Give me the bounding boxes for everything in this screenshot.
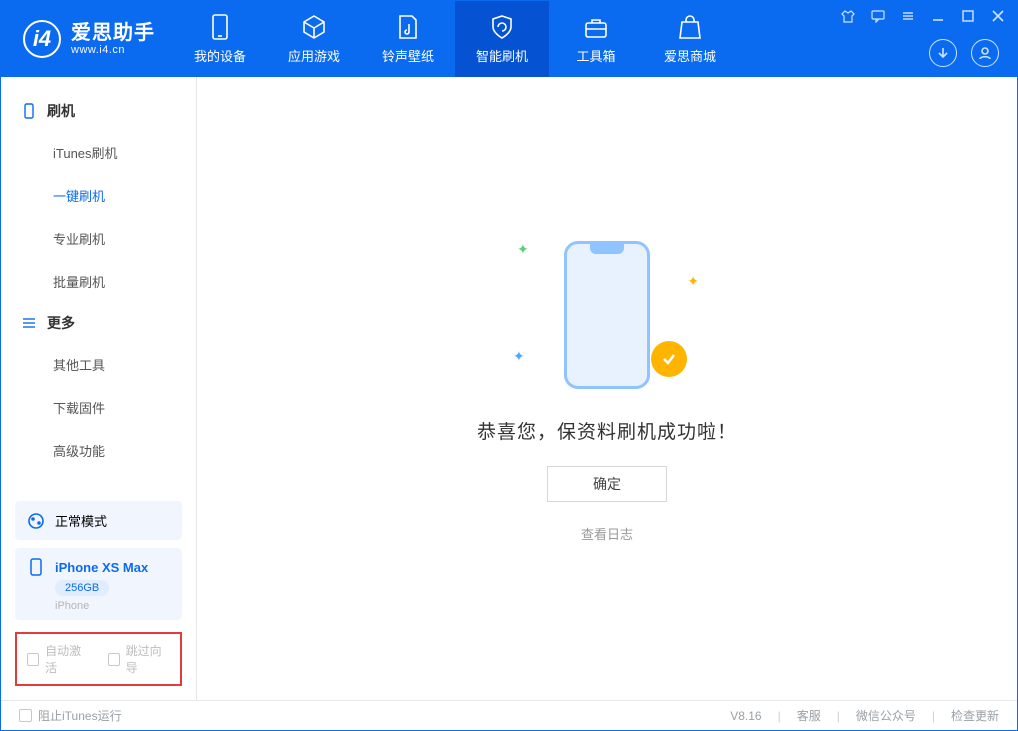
mode-icon [27, 512, 45, 530]
nav-tab-store[interactable]: 爱思商城 [643, 1, 737, 77]
phone-illustration [564, 241, 650, 389]
status-bar: 阻止iTunes运行 V8.16 | 客服 | 微信公众号 | 检查更新 [1, 700, 1017, 730]
device-phone-icon [27, 558, 45, 576]
sidebar-item-other-tools[interactable]: 其他工具 [1, 343, 196, 386]
device-panel: 正常模式 iPhone XS Max 256GB iPhone [1, 501, 196, 632]
nav-tab-ringtone[interactable]: 铃声壁纸 [361, 1, 455, 77]
nav-tab-label: 我的设备 [194, 46, 246, 65]
sidebar-group-flash: 刷机 [1, 91, 196, 131]
feedback-icon[interactable] [869, 7, 887, 25]
nav-tab-apps[interactable]: 应用游戏 [267, 1, 361, 77]
block-itunes-checkbox[interactable]: 阻止iTunes运行 [19, 707, 122, 724]
version-label: V8.16 [730, 709, 761, 723]
title-bar: i4 爱思助手 www.i4.cn 我的设备 应用游戏 铃声壁纸 智能刷机 工具… [1, 1, 1017, 77]
bag-icon [678, 14, 702, 40]
sidebar-item-download-firmware[interactable]: 下载固件 [1, 386, 196, 429]
wechat-link[interactable]: 微信公众号 [856, 707, 916, 724]
user-icon[interactable] [971, 39, 999, 67]
sidebar-item-batch-flash[interactable]: 批量刷机 [1, 260, 196, 303]
nav-tab-toolbox[interactable]: 工具箱 [549, 1, 643, 77]
device-icon [21, 103, 37, 119]
toolbox-icon [583, 14, 609, 40]
sparkle-icon: ✦ [513, 348, 525, 365]
sidebar: 刷机 iTunes刷机 一键刷机 专业刷机 批量刷机 更多 其他工具 下载固件 … [1, 77, 197, 700]
skip-guide-checkbox[interactable]: 跳过向导 [108, 642, 171, 676]
device-name: iPhone XS Max [55, 560, 148, 575]
app-name-cn: 爱思助手 [71, 22, 155, 44]
cube-icon [301, 14, 327, 40]
success-message: 恭喜您，保资料刷机成功啦！ [477, 417, 737, 444]
device-subtype: iPhone [55, 600, 89, 612]
device-storage-badge: 256GB [55, 580, 109, 596]
menu-icon[interactable] [899, 7, 917, 25]
mode-card[interactable]: 正常模式 [15, 501, 182, 540]
success-illustration: ✦ ✦ ✦ [537, 235, 677, 395]
nav-tab-device[interactable]: 我的设备 [173, 1, 267, 77]
main-content: ✦ ✦ ✦ 恭喜您，保资料刷机成功啦！ 确定 查看日志 [197, 77, 1017, 700]
sidebar-group-more: 更多 [1, 303, 196, 343]
window-controls [839, 7, 1007, 25]
close-button[interactable] [989, 7, 1007, 25]
app-name-en: www.i4.cn [71, 44, 155, 56]
maximize-button[interactable] [959, 7, 977, 25]
download-icon[interactable] [929, 39, 957, 67]
list-icon [21, 315, 37, 331]
logo-icon: i4 [23, 20, 61, 58]
sidebar-item-pro-flash[interactable]: 专业刷机 [1, 217, 196, 260]
minimize-button[interactable] [929, 7, 947, 25]
auto-activate-checkbox[interactable]: 自动激活 [27, 642, 90, 676]
sidebar-group-title: 更多 [47, 313, 75, 333]
nav-tab-flash[interactable]: 智能刷机 [455, 1, 549, 77]
sidebar-group-title: 刷机 [47, 101, 75, 121]
view-log-link[interactable]: 查看日志 [581, 524, 633, 543]
skin-icon[interactable] [839, 7, 857, 25]
mode-label: 正常模式 [55, 511, 107, 530]
nav-tabs: 我的设备 应用游戏 铃声壁纸 智能刷机 工具箱 爱思商城 [173, 1, 737, 77]
nav-tab-label: 爱思商城 [664, 46, 716, 65]
header-action-icons [929, 39, 999, 67]
check-update-link[interactable]: 检查更新 [951, 707, 999, 724]
nav-tab-label: 智能刷机 [476, 46, 528, 65]
device-card[interactable]: iPhone XS Max 256GB iPhone [15, 548, 182, 620]
music-file-icon [397, 14, 419, 40]
sidebar-item-itunes-flash[interactable]: iTunes刷机 [1, 131, 196, 174]
nav-tab-label: 工具箱 [576, 46, 615, 65]
phone-icon [210, 14, 230, 40]
check-badge-icon [651, 341, 687, 377]
sidebar-item-advanced[interactable]: 高级功能 [1, 429, 196, 472]
nav-tab-label: 应用游戏 [288, 46, 340, 65]
app-logo: i4 爱思助手 www.i4.cn [1, 1, 173, 77]
sparkle-icon: ✦ [517, 241, 529, 258]
refresh-shield-icon [489, 14, 515, 40]
flash-options-row: 自动激活 跳过向导 [15, 632, 182, 686]
support-link[interactable]: 客服 [797, 707, 821, 724]
nav-tab-label: 铃声壁纸 [382, 46, 434, 65]
sidebar-item-oneclick-flash[interactable]: 一键刷机 [1, 174, 196, 217]
sparkle-icon: ✦ [687, 273, 699, 290]
ok-button[interactable]: 确定 [547, 466, 667, 502]
